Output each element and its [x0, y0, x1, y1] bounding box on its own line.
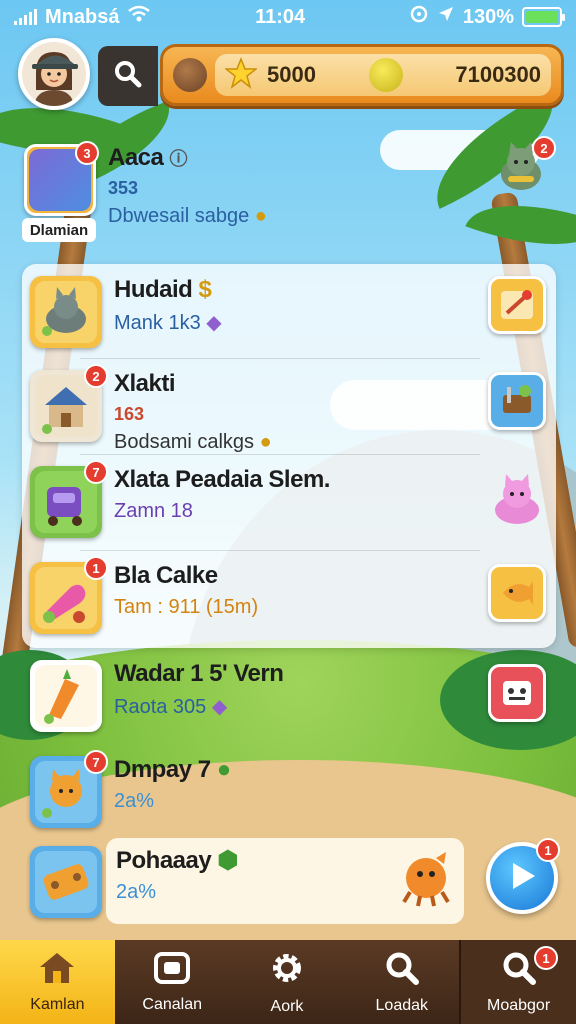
item-name: Xlata Peadaia Slem. [114, 466, 330, 493]
home-icon [38, 951, 76, 990]
item-thumb[interactable] [30, 660, 102, 732]
item-thumb[interactable]: 7 [30, 750, 108, 828]
notification-badge: 1 [84, 556, 108, 580]
nav-label: Aork [270, 997, 304, 1015]
header-item-count: 353 [108, 178, 139, 198]
divider [80, 550, 480, 551]
search-icon [384, 950, 420, 991]
robot-button[interactable] [488, 664, 546, 722]
sync-icon [409, 4, 429, 30]
item-sub: Zamn 18 [114, 500, 193, 522]
tools-button[interactable] [488, 372, 546, 430]
item-desc: Bodsami calkgs ● [114, 431, 272, 453]
divider [80, 358, 480, 359]
list-item[interactable]: Wadar 1 5' Vern Raota 305 ◆ [30, 660, 284, 732]
item-thumb[interactable] [30, 276, 102, 348]
battery-percent: 130% [462, 5, 514, 28]
item-name: Pohaaay ⬢ [116, 847, 238, 874]
list-item[interactable]: Hudaid $ Mank 1k3 ◆ [30, 276, 222, 348]
stars-count: 5000 [267, 62, 316, 87]
item-thumb[interactable]: 7 [30, 460, 108, 538]
nav-item-home[interactable]: Kamlan [0, 940, 115, 1024]
battery-icon [522, 7, 565, 27]
header-item-thumb[interactable]: 3 [24, 141, 99, 216]
nav-label: Canalan [142, 995, 202, 1013]
search-icon [112, 58, 144, 95]
header-item-name: Aaca ⓘ [108, 144, 188, 171]
item-sub: 2a% [114, 790, 155, 812]
item-thumb[interactable] [30, 846, 102, 918]
nav-label: Kamlan [30, 995, 85, 1013]
player-avatar[interactable] [18, 38, 90, 110]
nav-badge: 1 [533, 946, 558, 970]
item-name: Hudaid $ [114, 276, 212, 303]
search-button[interactable] [98, 46, 158, 106]
magnifier-icon [501, 950, 537, 991]
location-icon [437, 5, 455, 29]
cookie-icon [173, 58, 207, 92]
header-item-desc: Dbwesail sabge ● [108, 205, 267, 227]
cat-character-icon[interactable]: 2 [494, 136, 556, 194]
info-icon: ⓘ [169, 149, 188, 169]
resource-bar: 5000 7100300 [160, 44, 564, 106]
gear-icon [268, 949, 306, 992]
bottom-nav: Kamlan Canalan Aork Loadak 1 Moabgor [0, 940, 576, 1024]
item-sub: 2a% [116, 881, 157, 903]
item-name: Wadar 1 5' Vern [114, 660, 284, 687]
divider [80, 454, 480, 455]
item-thumb[interactable]: 1 [30, 556, 108, 634]
pink-cat-icon[interactable] [488, 470, 546, 528]
play-badge: 1 [536, 838, 560, 862]
item-thumb[interactable]: 2 [30, 364, 108, 442]
nav-label: Moabgor [487, 996, 551, 1014]
coin-icon: ● [259, 431, 272, 453]
nav-item-more[interactable]: 1 Moabgor [459, 940, 576, 1024]
quest-map-button[interactable] [488, 276, 546, 334]
nav-item-settings[interactable]: Aork [230, 940, 345, 1024]
item-sub: Mank 1k3 ◆ [114, 312, 222, 334]
item-sub: Raota 305 ◆ [114, 696, 228, 718]
header-item-ribbon: Dlamian [22, 218, 96, 242]
play-button[interactable]: 1 [486, 838, 560, 914]
fish-item-button[interactable] [488, 564, 546, 622]
status-bar: Mnabsá 11:04 130% [0, 0, 576, 34]
list-item[interactable]: 7 Dmpay 7 ● 2a% [30, 750, 232, 828]
notification-badge: 7 [84, 460, 108, 484]
clock: 11:04 [255, 5, 306, 28]
star-icon [223, 56, 259, 94]
list-item[interactable]: 7 Xlata Peadaia Slem. Zamn 18 [30, 460, 330, 538]
item-name: Dmpay 7 ● [114, 756, 232, 783]
item-name: Xlakti [114, 370, 176, 397]
gems-count: 7100300 [455, 62, 542, 87]
item-name: Bla Calke [114, 562, 218, 589]
gem-icon: ◆ [211, 696, 228, 718]
nav-label: Loadak [375, 996, 429, 1014]
orange-monster-icon [396, 846, 458, 908]
top-bar: 5000 7100300 [14, 38, 566, 110]
list-item[interactable]: Pohaaay ⬢ 2a% [30, 846, 238, 918]
play-icon [505, 859, 539, 898]
notification-badge: 3 [75, 141, 99, 165]
list-item[interactable]: 1 Bla Calke Tam : 911 (15m) [30, 556, 259, 634]
list-item[interactable]: 2 Xlakti 163 Bodsami calkgs ● [30, 364, 272, 454]
coin-icon: ● [254, 205, 267, 227]
item-sub: 163 [114, 404, 145, 424]
nav-item-search[interactable]: Loadak [344, 940, 459, 1024]
gem-icon: ◆ [206, 312, 222, 334]
nav-item-camera[interactable]: Canalan [115, 940, 230, 1024]
notification-badge: 7 [84, 750, 108, 774]
item-sub: Tam : 911 (15m) [114, 596, 259, 618]
gem-icon [368, 58, 403, 92]
camera-icon [153, 951, 191, 990]
carrier-label: Mnabsá [45, 5, 120, 28]
cat-badge: 2 [532, 136, 556, 160]
signal-icon [14, 9, 37, 25]
hexagon-icon: ⬢ [217, 847, 238, 874]
notification-badge: 2 [84, 364, 108, 388]
header-item[interactable]: 3 Aaca ⓘ 353 Dbwesail sabge ● [24, 141, 267, 228]
clover-icon: ● [216, 756, 232, 783]
wifi-icon [127, 5, 151, 29]
